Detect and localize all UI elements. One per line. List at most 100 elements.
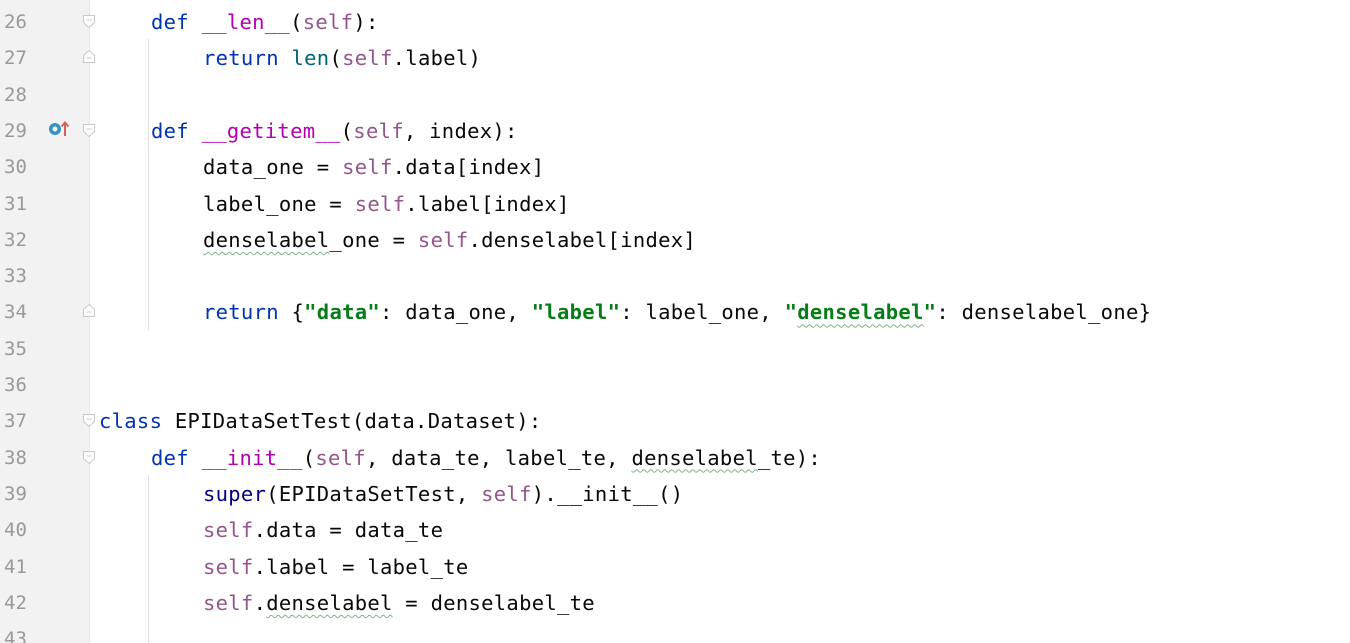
code-token: , index):	[403, 118, 518, 143]
fold-open-icon[interactable]	[81, 122, 97, 138]
code-token: class	[99, 409, 175, 434]
spellcheck-token: denselabel	[631, 445, 758, 470]
code-token: (	[340, 118, 354, 143]
code-token: self	[417, 227, 469, 252]
code-token: "	[923, 300, 937, 325]
code-text[interactable]: def __len__(self):	[151, 10, 379, 34]
code-token: self	[315, 445, 366, 470]
code-text[interactable]: super(EPIDataSetTest, self).__init__()	[203, 482, 683, 506]
code-text[interactable]: self.denselabel = denselabel_te	[203, 591, 595, 615]
code-token: self	[203, 590, 254, 615]
code-token: "label"	[531, 300, 621, 325]
code-line[interactable]: 28	[0, 76, 1350, 112]
line-number: 41	[4, 555, 27, 578]
fold-open-icon[interactable]	[81, 449, 97, 465]
code-text[interactable]: class EPIDataSetTest(data.Dataset):	[99, 409, 541, 433]
code-token: _one =	[329, 227, 418, 252]
code-text[interactable]: def __init__(self, data_te, label_te, de…	[151, 446, 821, 470]
code-token: , data_te, label_te,	[365, 445, 632, 470]
code-text[interactable]: self.label = label_te	[203, 555, 469, 579]
code-text[interactable]: data_one = self.data[index]	[203, 155, 544, 179]
code-token: data_one =	[203, 155, 343, 180]
code-line[interactable]: 34 return {"data": data_one, "label": lab…	[0, 293, 1350, 329]
line-number: 36	[4, 374, 27, 396]
code-line[interactable]: 40 self.data = data_te	[0, 511, 1350, 547]
code-token: .data = data_te	[253, 518, 444, 543]
line-number: 28	[4, 83, 27, 106]
code-line[interactable]: 30 data_one = self.data[index]	[0, 148, 1350, 184]
code-token: _te):	[757, 445, 822, 470]
line-number: 35	[4, 337, 27, 360]
fold-end-icon[interactable]	[81, 303, 97, 319]
code-line[interactable]: 29 def __getitem__(self, index):	[0, 112, 1350, 148]
code-text[interactable]: return len(self.label)	[203, 46, 481, 70]
code-token: (	[302, 445, 316, 470]
code-token: : denselabel_one}	[936, 300, 1152, 325]
line-number: 31	[4, 192, 27, 215]
code-token: self	[203, 554, 254, 579]
spellcheck-token: denselabel	[266, 590, 393, 615]
line-number: 39	[4, 482, 27, 505]
line-number: 29	[4, 119, 27, 142]
line-number: 37	[4, 410, 27, 433]
code-token: def	[151, 445, 202, 470]
code-editor[interactable]: 26 def __len__(self): 27 return len(self.la…	[0, 0, 1350, 643]
code-token: def	[151, 118, 202, 143]
spellcheck-token: denselabel	[203, 227, 330, 252]
code-token: : data_one,	[380, 300, 532, 325]
code-line[interactable]: 31 label_one = self.label[index]	[0, 185, 1350, 221]
indent-guide	[148, 39, 149, 330]
code-text[interactable]: def __getitem__(self, index):	[151, 119, 518, 143]
code-line[interactable]: 36	[0, 366, 1350, 402]
code-token: label_one =	[203, 191, 355, 216]
line-number: 30	[4, 156, 27, 179]
code-token: ):	[353, 10, 379, 34]
fold-open-icon[interactable]	[81, 412, 97, 428]
code-token: self	[353, 118, 404, 143]
code-token: self	[481, 481, 532, 506]
code-line[interactable]: 38 def __init__(self, data_te, label_te, …	[0, 439, 1350, 475]
code-line[interactable]: 39 super(EPIDataSetTest, self).__init__()	[0, 475, 1350, 511]
code-token: def	[151, 10, 202, 34]
fold-end-icon[interactable]	[81, 49, 97, 65]
code-token: .label = label_te	[253, 554, 469, 579]
code-token: .	[253, 590, 267, 615]
code-text[interactable]: denselabel_one = self.denselabel[index]	[203, 228, 696, 252]
code-line[interactable]: 27 return len(self.label)	[0, 39, 1350, 75]
code-token: {	[291, 300, 305, 325]
code-token: self	[342, 46, 393, 71]
code-token: return	[203, 46, 292, 71]
code-line[interactable]: 37 class EPIDataSetTest(data.Dataset):	[0, 402, 1350, 438]
code-text[interactable]: self.data = data_te	[203, 518, 443, 542]
code-text[interactable]: label_one = self.label[index]	[203, 192, 570, 216]
code-token: self	[354, 191, 406, 216]
code-line[interactable]: 33	[0, 257, 1350, 293]
code-token: __len__	[201, 10, 291, 34]
override-method-icon[interactable]	[47, 119, 71, 139]
line-number: 40	[4, 519, 27, 542]
code-token: self	[302, 10, 354, 34]
code-token: (EPIDataSetTest,	[266, 481, 482, 506]
code-line[interactable]: 41 self.label = label_te	[0, 548, 1350, 584]
fold-open-icon[interactable]	[81, 13, 97, 29]
code-token: EPIDataSetTest(data.Dataset):	[174, 409, 542, 434]
spellcheck-token: denselabel	[797, 300, 924, 325]
code-token: self	[342, 155, 393, 180]
code-line[interactable]: 32 denselabel_one = self.denselabel[index…	[0, 221, 1350, 257]
indent-guide	[148, 474, 149, 643]
code-token: "data"	[304, 300, 381, 325]
code-line[interactable]: 26 def __len__(self):	[0, 3, 1350, 39]
code-token: len	[291, 46, 330, 71]
code-token: = denselabel_te	[392, 590, 595, 615]
code-line[interactable]: 35	[0, 330, 1350, 366]
code-token: self	[203, 518, 254, 543]
line-number: 42	[4, 591, 27, 614]
code-token: .label[index]	[405, 191, 570, 216]
code-token: (	[329, 46, 343, 71]
code-token: return	[203, 300, 292, 325]
code-text[interactable]: return {"data": data_one, "label": label…	[203, 300, 1151, 324]
code-line[interactable]: 42 self.denselabel = denselabel_te	[0, 584, 1350, 620]
code-token: .data[index]	[392, 155, 545, 180]
code-token: : label_one,	[620, 300, 785, 325]
code-line[interactable]: 43	[0, 620, 1350, 643]
